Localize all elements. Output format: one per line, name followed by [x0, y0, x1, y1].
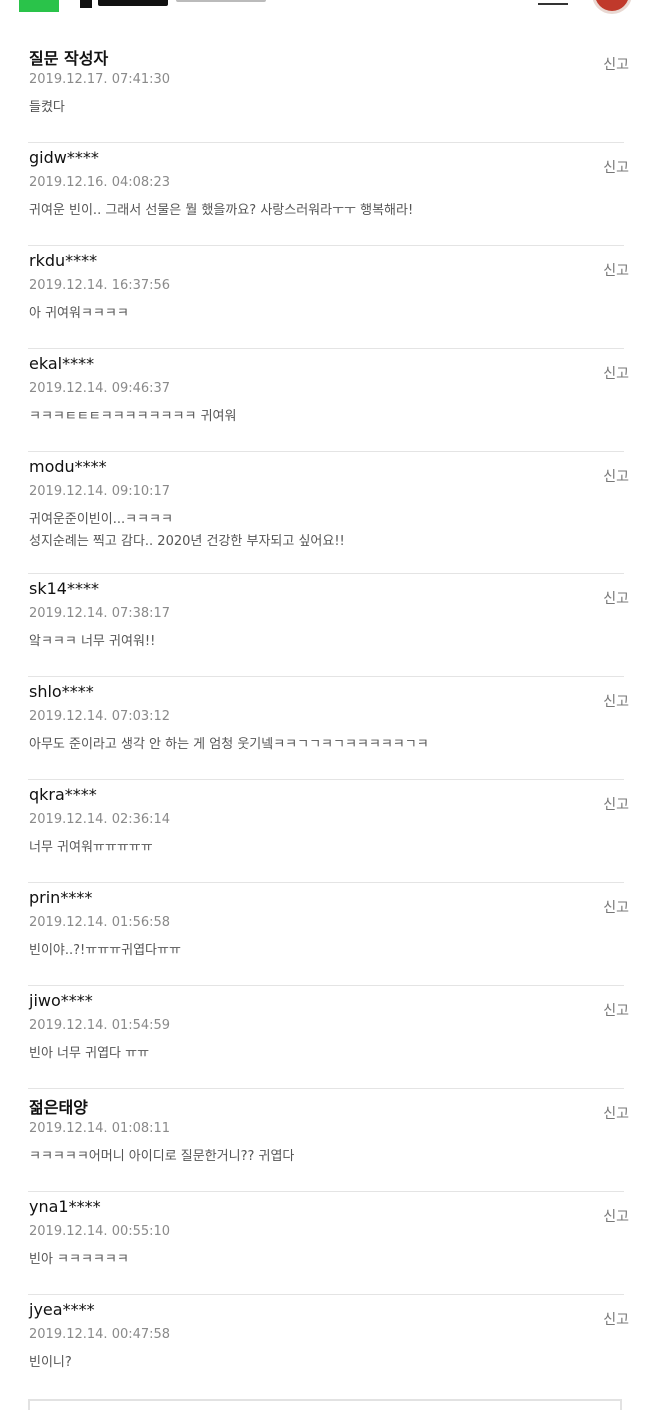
comment-author[interactable]: 젊은태양 [29, 1094, 88, 1118]
comment-author[interactable]: shlo**** [29, 682, 94, 701]
report-button[interactable]: 신고 [603, 157, 629, 177]
comment-input-box[interactable] [28, 1399, 622, 1410]
report-button[interactable]: 신고 [603, 466, 629, 486]
comment-text: 너무 귀여워ㅠㅠㅠㅠㅠ [29, 840, 153, 855]
comment-author[interactable]: ekal**** [29, 354, 94, 373]
comment-text: ㅋㅋㅋㅌㅌㅌㅋㅋㅋㅋㅋㅋㅋㅋ 귀여워 [29, 409, 237, 424]
comment-text: 아무도 준이라고 생각 안 하는 게 엄청 웃기넼ㅋㅋㄱㄱㅋㄱㅋㅋㅋㅋㅋㄱㅋ [29, 737, 429, 752]
report-button[interactable]: 신고 [603, 588, 629, 608]
comment-list: 질문 작성자 2019.12.17. 07:41:30 들켰다 신고 gidw*… [0, 40, 650, 1398]
comment-item: sk14**** 2019.12.14. 07:38:17 앜ㅋㅋㅋ 너무 귀여… [28, 574, 629, 677]
comment-item: ekal**** 2019.12.14. 09:46:37 ㅋㅋㅋㅌㅌㅌㅋㅋㅋㅋ… [28, 349, 629, 452]
comment-author[interactable]: 질문 작성자 [29, 45, 108, 69]
comment-text: 빈이야..?!ㅠㅠㅠ귀엽다ㅠㅠ [29, 943, 181, 958]
report-button[interactable]: 신고 [603, 1103, 629, 1123]
comment-item: 젊은태양 2019.12.14. 01:08:11 ㅋㅋㅋㅋㅋ어머니 아이디로 … [28, 1089, 629, 1192]
comment-author[interactable]: yna1**** [29, 1197, 101, 1216]
comment-timestamp: 2019.12.16. 04:08:23 [29, 175, 171, 190]
report-button[interactable]: 신고 [603, 260, 629, 280]
comment-author[interactable]: jiwo**** [29, 991, 93, 1010]
report-button[interactable]: 신고 [603, 363, 629, 383]
menu-icon[interactable] [536, 0, 568, 8]
comment-text: 귀여운준이빈이...ㅋㅋㅋㅋ 성지순례는 찍고 감다.. 2020년 건강한 부… [29, 512, 345, 549]
report-button[interactable]: 신고 [603, 897, 629, 917]
comment-author[interactable]: sk14**** [29, 579, 99, 598]
comment-text: 들켰다 [29, 100, 65, 115]
report-button[interactable]: 신고 [603, 794, 629, 814]
comment-timestamp: 2019.12.14. 00:47:58 [29, 1327, 171, 1342]
comment-timestamp: 2019.12.14. 07:03:12 [29, 709, 171, 724]
comment-author[interactable]: gidw**** [29, 148, 99, 167]
comment-item: rkdu**** 2019.12.14. 16:37:56 아 귀여워ㅋㅋㅋㅋ … [28, 246, 629, 349]
comment-item: shlo**** 2019.12.14. 07:03:12 아무도 준이라고 생… [28, 677, 629, 780]
top-navigation-bar [0, 0, 650, 14]
comment-timestamp: 2019.12.14. 07:38:17 [29, 606, 171, 621]
comment-timestamp: 2019.12.14. 00:55:10 [29, 1224, 171, 1239]
comment-timestamp: 2019.12.14. 01:08:11 [29, 1121, 171, 1136]
report-button[interactable]: 신고 [603, 1309, 629, 1329]
comment-text: 귀여운 빈이.. 그래서 선물은 뭘 했을까요? 사랑스러워라ㅜㅜ 행복해라! [29, 203, 414, 218]
comment-timestamp: 2019.12.14. 09:46:37 [29, 381, 171, 396]
comment-author[interactable]: qkra**** [29, 785, 97, 804]
comment-item: prin**** 2019.12.14. 01:56:58 빈이야..?!ㅠㅠㅠ… [28, 883, 629, 986]
comment-timestamp: 2019.12.14. 02:36:14 [29, 812, 171, 827]
comment-timestamp: 2019.12.14. 09:10:17 [29, 484, 171, 499]
comment-text: 아 귀여워ㅋㅋㅋㅋ [29, 306, 129, 321]
comment-item: qkra**** 2019.12.14. 02:36:14 너무 귀여워ㅠㅠㅠㅠ… [28, 780, 629, 883]
comment-text: 빈아 ㅋㅋㅋㅋㅋㅋ [29, 1252, 129, 1267]
app-logo[interactable] [19, 0, 59, 12]
report-button[interactable]: 신고 [603, 691, 629, 711]
comment-item: jiwo**** 2019.12.14. 01:54:59 빈아 너무 귀엽다 … [28, 986, 629, 1089]
comment-item: modu**** 2019.12.14. 09:10:17 귀여운준이빈이...… [28, 452, 629, 574]
comment-item: 질문 작성자 2019.12.17. 07:41:30 들켰다 신고 [28, 40, 629, 143]
brand-title [80, 0, 270, 10]
comment-item: gidw**** 2019.12.16. 04:08:23 귀여운 빈이.. 그… [28, 143, 629, 246]
comment-timestamp: 2019.12.17. 07:41:30 [29, 72, 171, 87]
comment-item: jyea**** 2019.12.14. 00:47:58 빈이니? 신고 [28, 1295, 629, 1398]
user-avatar[interactable] [592, 0, 632, 14]
comment-text: 빈이니? [29, 1355, 72, 1370]
comment-text: 앜ㅋㅋㅋ 너무 귀여워!! [29, 634, 156, 649]
comment-timestamp: 2019.12.14. 01:54:59 [29, 1018, 171, 1033]
comment-text: 빈아 너무 귀엽다 ㅠㅠ [29, 1046, 150, 1061]
report-button[interactable]: 신고 [603, 54, 629, 74]
comment-item: yna1**** 2019.12.14. 00:55:10 빈아 ㅋㅋㅋㅋㅋㅋ … [28, 1192, 629, 1295]
comment-text: ㅋㅋㅋㅋㅋ어머니 아이디로 질문한거니?? 귀엽다 [29, 1149, 295, 1164]
comment-timestamp: 2019.12.14. 16:37:56 [29, 278, 171, 293]
comment-author[interactable]: modu**** [29, 457, 107, 476]
comment-timestamp: 2019.12.14. 01:56:58 [29, 915, 171, 930]
comment-author[interactable]: rkdu**** [29, 251, 97, 270]
comment-author[interactable]: prin**** [29, 888, 92, 907]
report-button[interactable]: 신고 [603, 1000, 629, 1020]
report-button[interactable]: 신고 [603, 1206, 629, 1226]
comment-author[interactable]: jyea**** [29, 1300, 95, 1319]
